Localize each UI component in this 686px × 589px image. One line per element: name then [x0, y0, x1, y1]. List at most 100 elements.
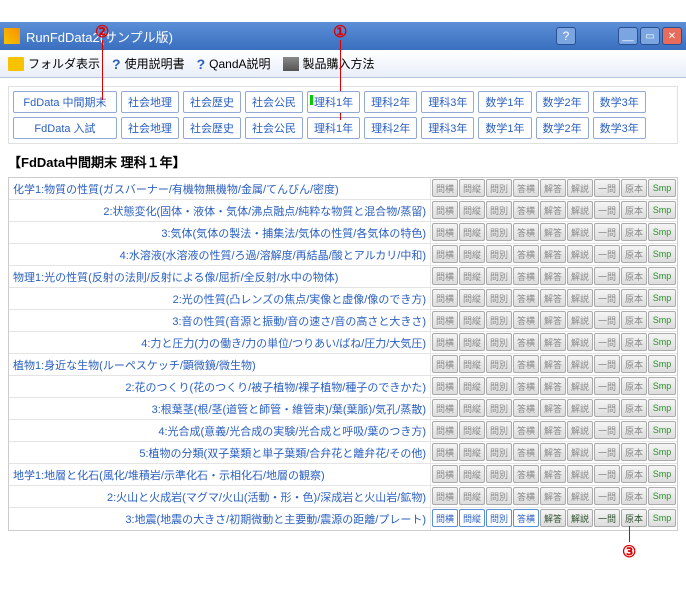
action-button[interactable]: 問縦: [459, 267, 485, 285]
action-button[interactable]: 問別: [486, 333, 512, 351]
close-button[interactable]: ✕: [662, 27, 682, 45]
action-button[interactable]: 解答: [540, 201, 566, 219]
action-button[interactable]: 解説: [567, 245, 593, 263]
action-button[interactable]: 問別: [486, 355, 512, 373]
action-button[interactable]: 問横: [432, 377, 458, 395]
action-button[interactable]: 原本: [621, 245, 647, 263]
action-button[interactable]: 問横: [432, 399, 458, 417]
action-button[interactable]: 原本: [621, 509, 647, 527]
action-button[interactable]: 原本: [621, 377, 647, 395]
action-button[interactable]: 問横: [432, 509, 458, 527]
action-button[interactable]: 問横: [432, 333, 458, 351]
action-button[interactable]: 一問: [594, 443, 620, 461]
action-button[interactable]: 原本: [621, 333, 647, 351]
action-button[interactable]: 問縦: [459, 289, 485, 307]
action-button[interactable]: 解答: [540, 465, 566, 483]
purchase-button[interactable]: 製品購入方法: [283, 55, 375, 72]
action-button[interactable]: 解説: [567, 223, 593, 241]
subject-button[interactable]: 社会公民: [245, 117, 303, 139]
action-button[interactable]: 解説: [567, 399, 593, 417]
subject-button[interactable]: 社会地理: [121, 117, 179, 139]
minimize-button[interactable]: __: [618, 27, 638, 45]
action-button[interactable]: 解説: [567, 487, 593, 505]
subject-button[interactable]: 社会歴史: [183, 117, 241, 139]
action-button[interactable]: 解答: [540, 223, 566, 241]
action-button[interactable]: 一問: [594, 223, 620, 241]
action-button[interactable]: 問横: [432, 245, 458, 263]
action-button[interactable]: 問別: [486, 443, 512, 461]
sample-button[interactable]: Smp: [648, 333, 676, 351]
action-button[interactable]: 問縦: [459, 509, 485, 527]
subject-button[interactable]: 理科2年: [364, 117, 417, 139]
action-button[interactable]: 一問: [594, 377, 620, 395]
action-button[interactable]: 一問: [594, 421, 620, 439]
maximize-button[interactable]: ▭: [640, 27, 660, 45]
sample-button[interactable]: Smp: [648, 355, 676, 373]
action-button[interactable]: 解説: [567, 179, 593, 197]
action-button[interactable]: 問横: [432, 223, 458, 241]
sample-button[interactable]: Smp: [648, 267, 676, 285]
action-button[interactable]: 問別: [486, 377, 512, 395]
subject-button[interactable]: 理科3年: [421, 91, 474, 113]
action-button[interactable]: 解説: [567, 289, 593, 307]
action-button[interactable]: 解説: [567, 267, 593, 285]
action-button[interactable]: 問横: [432, 487, 458, 505]
action-button[interactable]: 原本: [621, 223, 647, 241]
sample-button[interactable]: Smp: [648, 311, 676, 329]
action-button[interactable]: 解答: [540, 487, 566, 505]
action-button[interactable]: 解答: [540, 421, 566, 439]
action-button[interactable]: 答横: [513, 201, 539, 219]
manual-button[interactable]: ? 使用説明書: [112, 55, 185, 72]
action-button[interactable]: 答横: [513, 443, 539, 461]
action-button[interactable]: 解答: [540, 179, 566, 197]
action-button[interactable]: 答横: [513, 333, 539, 351]
action-button[interactable]: 原本: [621, 201, 647, 219]
action-button[interactable]: 問別: [486, 421, 512, 439]
action-button[interactable]: 解答: [540, 333, 566, 351]
action-button[interactable]: 問縦: [459, 465, 485, 483]
action-button[interactable]: 原本: [621, 487, 647, 505]
action-button[interactable]: 問縦: [459, 179, 485, 197]
action-button[interactable]: 原本: [621, 443, 647, 461]
subject-button[interactable]: 数学2年: [536, 91, 589, 113]
action-button[interactable]: 答横: [513, 289, 539, 307]
action-button[interactable]: 問縦: [459, 355, 485, 373]
action-button[interactable]: 答横: [513, 179, 539, 197]
sample-button[interactable]: Smp: [648, 399, 676, 417]
action-button[interactable]: 答横: [513, 223, 539, 241]
action-button[interactable]: 解説: [567, 377, 593, 395]
action-button[interactable]: 解答: [540, 399, 566, 417]
action-button[interactable]: 一問: [594, 201, 620, 219]
action-button[interactable]: 解説: [567, 311, 593, 329]
sample-button[interactable]: Smp: [648, 245, 676, 263]
action-button[interactable]: 答横: [513, 399, 539, 417]
folder-view-button[interactable]: フォルダ表示: [8, 55, 100, 72]
action-button[interactable]: 問横: [432, 267, 458, 285]
subject-button[interactable]: 理科1年: [307, 91, 360, 113]
action-button[interactable]: 答横: [513, 267, 539, 285]
action-button[interactable]: 問別: [486, 311, 512, 329]
action-button[interactable]: 問横: [432, 201, 458, 219]
action-button[interactable]: 解説: [567, 201, 593, 219]
qanda-button[interactable]: ? QandA説明: [197, 55, 271, 72]
subject-button[interactable]: 理科2年: [364, 91, 417, 113]
action-button[interactable]: 一問: [594, 245, 620, 263]
action-button[interactable]: 原本: [621, 289, 647, 307]
action-button[interactable]: 問縦: [459, 311, 485, 329]
action-button[interactable]: 一問: [594, 509, 620, 527]
action-button[interactable]: 問横: [432, 421, 458, 439]
action-button[interactable]: 問別: [486, 399, 512, 417]
action-button[interactable]: 答横: [513, 377, 539, 395]
action-button[interactable]: 答横: [513, 509, 539, 527]
sample-button[interactable]: Smp: [648, 179, 676, 197]
action-button[interactable]: 解答: [540, 377, 566, 395]
action-button[interactable]: 一問: [594, 289, 620, 307]
action-button[interactable]: 問縦: [459, 421, 485, 439]
action-button[interactable]: 解説: [567, 355, 593, 373]
action-button[interactable]: 一問: [594, 355, 620, 373]
action-button[interactable]: 問縦: [459, 399, 485, 417]
action-button[interactable]: 一問: [594, 267, 620, 285]
action-button[interactable]: 問別: [486, 201, 512, 219]
action-button[interactable]: 答横: [513, 355, 539, 373]
sample-button[interactable]: Smp: [648, 421, 676, 439]
